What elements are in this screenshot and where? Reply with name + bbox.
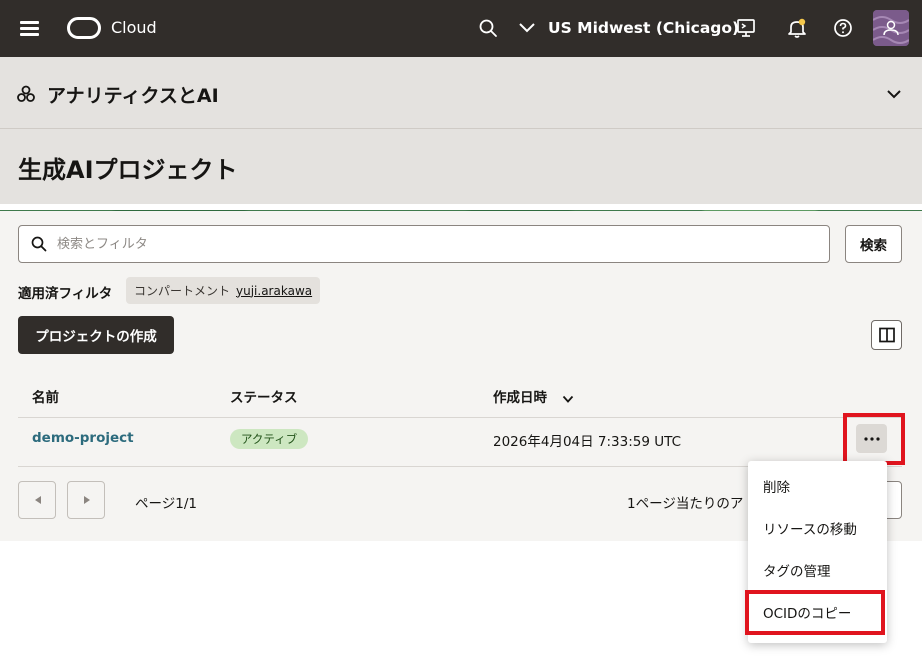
menu-item-move-resource[interactable]: リソースの移動	[748, 509, 887, 551]
oracle-logo[interactable]	[67, 17, 101, 39]
chevron-left-icon	[35, 496, 41, 504]
filter-chip-compartment: コンパートメント yuji.arakawa	[126, 277, 321, 304]
previous-page-button[interactable]	[18, 481, 56, 519]
menu-icon[interactable]	[20, 19, 40, 37]
menu-item-delete[interactable]: 削除	[748, 467, 887, 509]
status-badge: アクティブ	[230, 429, 309, 449]
next-page-button[interactable]	[67, 481, 105, 519]
search-field[interactable]	[18, 225, 830, 263]
search-icon	[31, 236, 47, 256]
chevron-down-icon	[519, 23, 535, 33]
create-project-button[interactable]: プロジェクトの作成	[18, 316, 174, 354]
column-header-created[interactable]: 作成日時	[493, 386, 547, 406]
brand-label[interactable]: Cloud	[111, 18, 157, 37]
page-size-label: 1ページ当たりのア	[627, 496, 744, 512]
region-selector[interactable]: US Midwest (Chicago)	[518, 17, 739, 39]
cloud-shell-icon[interactable]	[734, 16, 758, 40]
chevron-down-icon[interactable]	[886, 85, 902, 104]
menu-item-copy-ocid[interactable]: OCIDのコピー	[748, 593, 887, 635]
search-icon[interactable]	[476, 16, 500, 40]
region-label: US Midwest (Chicago)	[548, 19, 740, 37]
top-navigation-bar: Cloud US Midwest (Chicago)	[0, 0, 922, 57]
row-actions-button[interactable]	[856, 424, 887, 453]
column-header-status[interactable]: ステータス	[230, 386, 298, 406]
analytics-icon	[16, 84, 36, 104]
page-indicator: ページ1/1	[135, 496, 197, 512]
column-header-name[interactable]: 名前	[32, 386, 59, 406]
page-title: 生成AIプロジェクト	[18, 156, 238, 184]
menu-item-manage-tags[interactable]: タグの管理	[748, 551, 887, 593]
search-input[interactable]	[57, 226, 817, 262]
row-actions-menu: 削除 リソースの移動 タグの管理 OCIDのコピー	[748, 461, 887, 643]
columns-icon	[879, 327, 895, 343]
table-header-divider	[18, 417, 902, 418]
decorative-banner	[0, 203, 922, 211]
help-icon[interactable]	[831, 16, 855, 40]
search-button[interactable]: 検索	[845, 225, 902, 263]
section-title: アナリティクスとAI	[47, 85, 219, 107]
user-avatar[interactable]	[873, 10, 909, 46]
filter-chip-key: コンパートメント	[134, 284, 231, 298]
applied-filters-label: 適用済フィルタ	[18, 286, 113, 302]
chevron-right-icon	[84, 496, 90, 504]
bell-icon[interactable]	[785, 16, 809, 40]
filter-chip-value[interactable]: yuji.arakawa	[236, 284, 312, 298]
created-date: 2026年4月04日 7:33:59 UTC	[493, 434, 682, 450]
more-actions-icon	[864, 437, 880, 441]
project-name-link[interactable]: demo-project	[32, 430, 134, 446]
column-settings-button[interactable]	[871, 320, 902, 350]
sort-chevron-icon[interactable]	[562, 389, 574, 408]
